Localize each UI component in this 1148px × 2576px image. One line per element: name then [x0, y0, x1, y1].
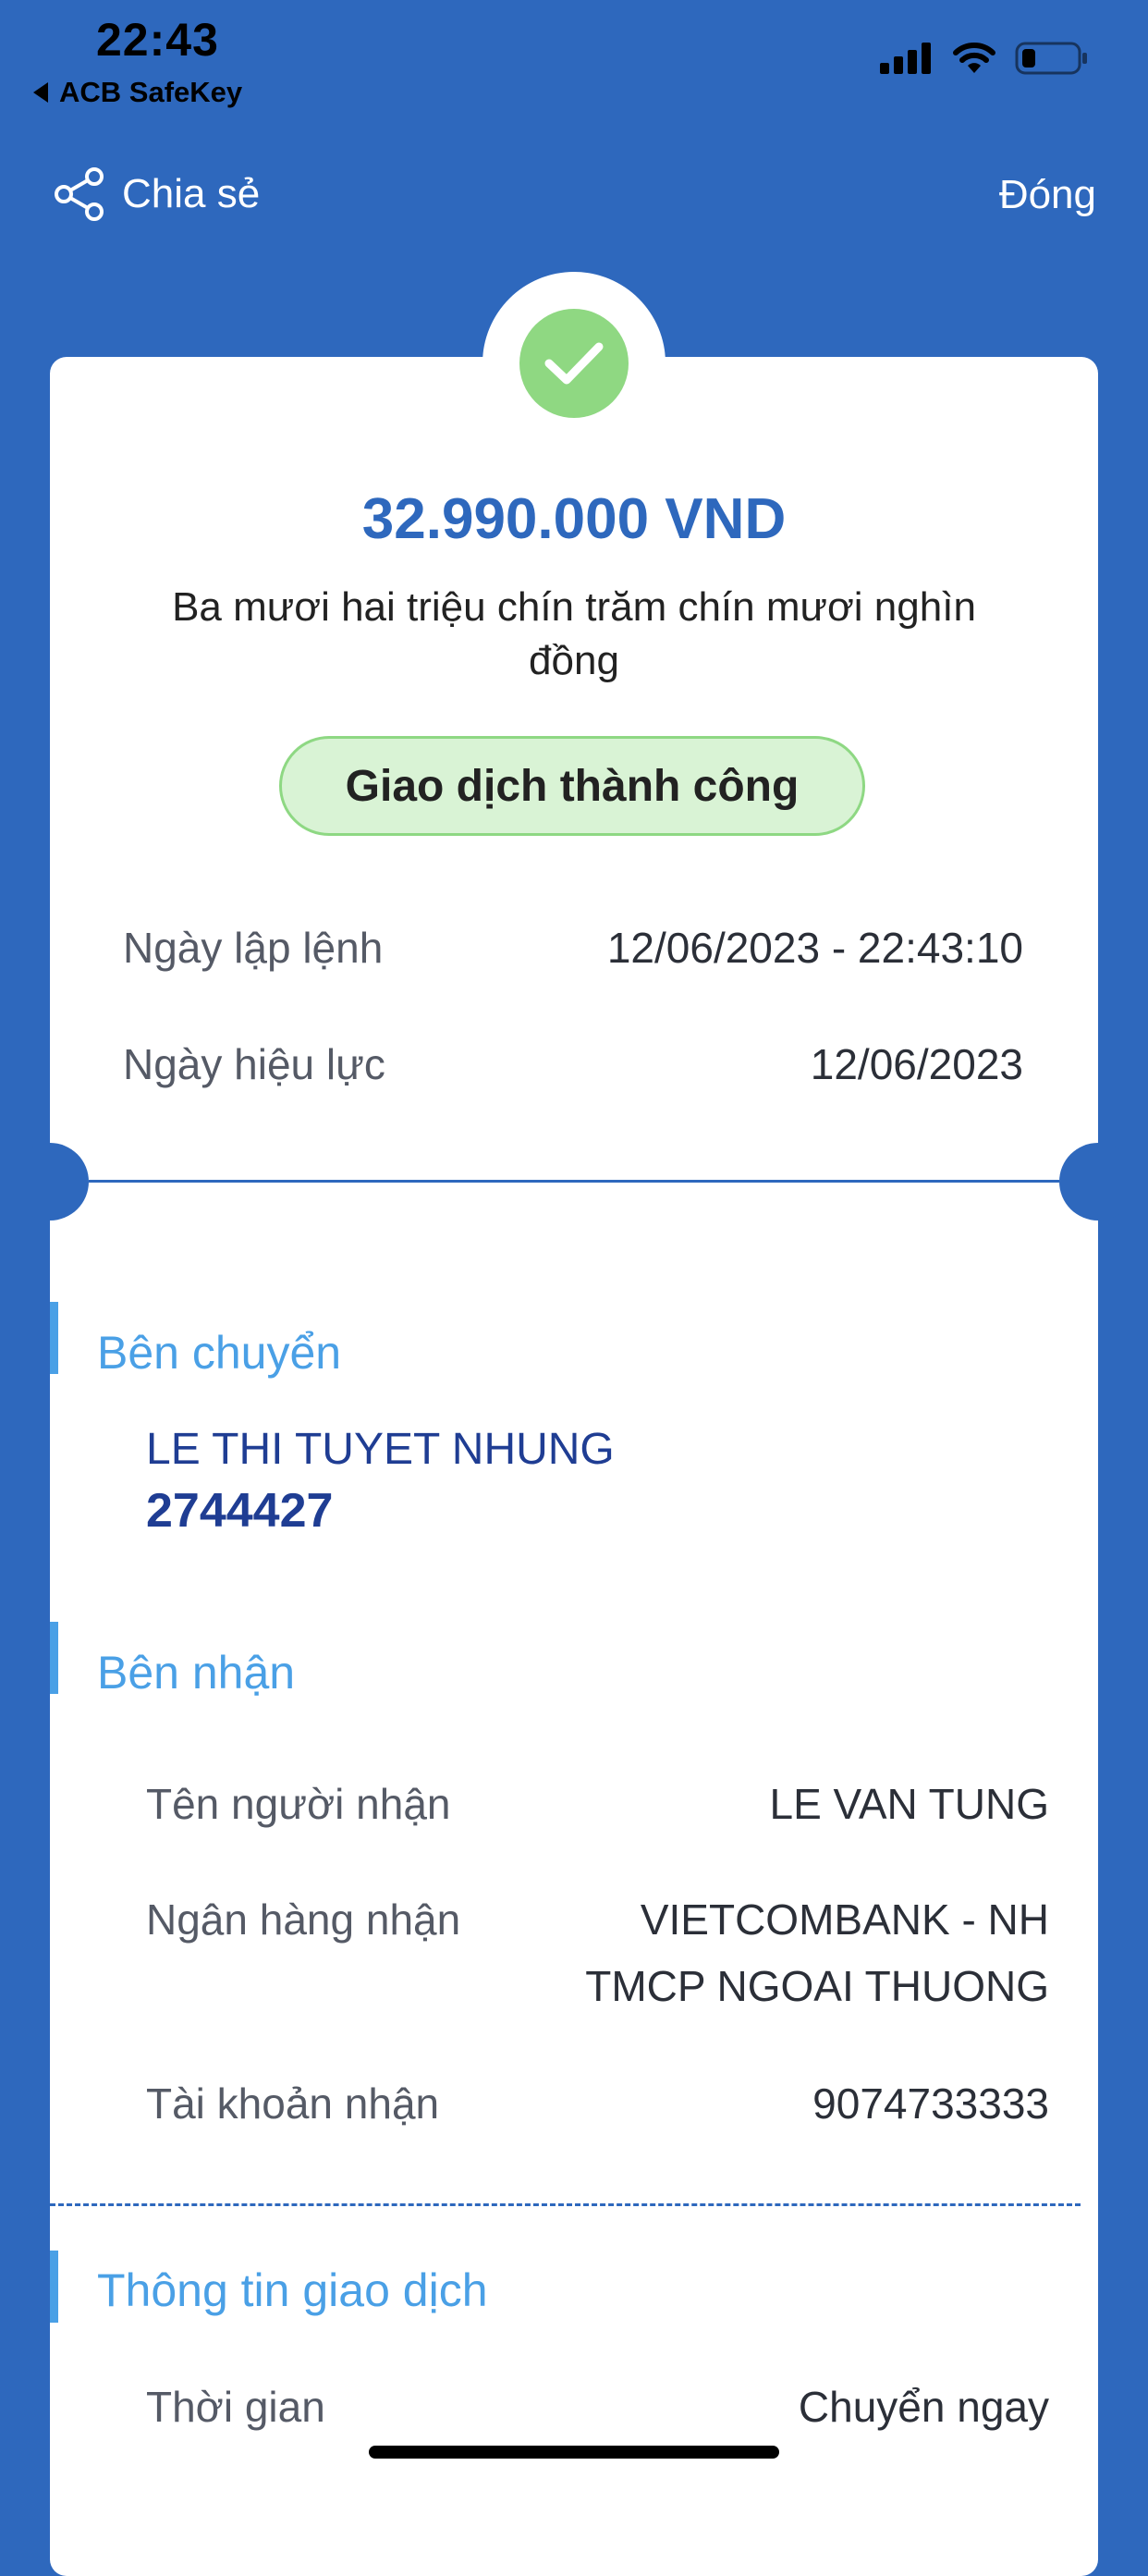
transfer-amount: 32.990.000 VND	[361, 487, 787, 551]
wifi-icon	[953, 43, 995, 73]
recipient-account-label: Tài khoản nhận	[146, 2079, 440, 2128]
share-button[interactable]: Chia sẻ	[52, 166, 260, 222]
back-to-app-link[interactable]: ACB SafeKey	[33, 76, 242, 109]
sender-section-title: Bên chuyển	[97, 1327, 342, 1379]
top-nav: Chia sẻ Đóng	[0, 166, 1148, 231]
ticket-notch-right	[1059, 1143, 1137, 1221]
recipient-section-title: Bên nhận	[97, 1647, 296, 1699]
dashed-divider	[50, 2203, 1081, 2206]
share-icon	[55, 167, 104, 221]
section-accent-bar	[50, 1302, 58, 1374]
recipient-name-label: Tên người nhận	[146, 1780, 451, 1828]
recipient-bank-line2: TMCP NGOAI THUONG	[585, 1962, 1049, 2010]
recipient-bank-line1: VIETCOMBANK - NH	[640, 1895, 1049, 1944]
section-accent-bar	[50, 2251, 58, 2323]
effective-date-label: Ngày hiệu lực	[123, 1040, 385, 1088]
back-app-label: ACB SafeKey	[59, 76, 243, 108]
recipient-bank-label: Ngân hàng nhận	[146, 1895, 461, 1944]
section-divider	[89, 1180, 1059, 1183]
order-date-value: 12/06/2023 - 22:43:10	[606, 924, 1023, 972]
status-badge: Giao dịch thành công	[279, 736, 865, 836]
transfer-time-label: Thời gian	[146, 2383, 325, 2431]
status-icons	[880, 41, 1089, 76]
status-bar: 22:43 ACB SafeKey	[0, 0, 1148, 120]
transaction-info-title: Thông tin giao dịch	[97, 2264, 488, 2316]
sender-account: 2744427	[146, 1484, 334, 1538]
transfer-time-value: Chuyển ngay	[798, 2383, 1049, 2431]
order-date-label: Ngày lập lệnh	[123, 924, 384, 972]
section-accent-bar	[50, 1622, 58, 1694]
battery-icon	[1015, 42, 1087, 75]
clock: 22:43	[96, 14, 219, 66]
ticket-notch-left	[11, 1143, 89, 1221]
effective-date-value: 12/06/2023	[810, 1040, 1023, 1088]
home-indicator[interactable]	[369, 2446, 779, 2459]
share-label: Chia sẻ	[122, 171, 261, 216]
cellular-signal-icon	[880, 43, 931, 74]
sender-name: LE THI TUYET NHUNG	[146, 1425, 615, 1474]
success-check-icon	[519, 309, 629, 418]
recipient-account-value: 9074733333	[812, 2079, 1049, 2128]
recipient-name-value: LE VAN TUNG	[769, 1780, 1049, 1828]
close-button[interactable]: Đóng	[999, 172, 1096, 218]
back-arrow-icon	[33, 82, 48, 103]
amount-in-words: Ba mươi hai triệu chín trăm chín mươi ng…	[172, 584, 976, 683]
